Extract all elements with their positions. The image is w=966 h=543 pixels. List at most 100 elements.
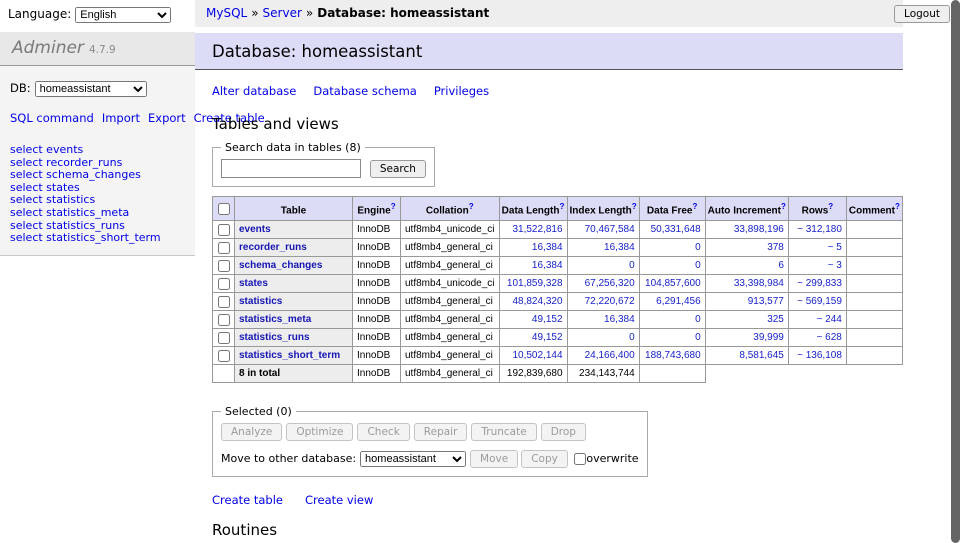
breadcrumb: MySQL»Server»Database: homeassistant bbox=[195, 0, 903, 27]
breadcrumb-mysql-link[interactable]: MySQL bbox=[206, 6, 247, 20]
row-checkbox[interactable] bbox=[218, 260, 230, 272]
selected-action-button[interactable]: Check bbox=[357, 423, 409, 441]
column-help-link[interactable]: ? bbox=[559, 202, 564, 211]
scrollbar-track[interactable] bbox=[950, 0, 966, 543]
data-free-link[interactable]: 0 bbox=[695, 242, 701, 253]
data-free-link[interactable]: 0 bbox=[695, 332, 701, 343]
table-name-link[interactable]: statistics_meta bbox=[239, 314, 311, 325]
table-name-link[interactable]: statistics bbox=[239, 296, 282, 307]
rows-count-link[interactable]: ~ 628 bbox=[817, 332, 842, 343]
table-name-link[interactable]: statistics_short_term bbox=[239, 350, 340, 361]
index-length-link[interactable]: 24,166,400 bbox=[585, 350, 635, 361]
row-checkbox[interactable] bbox=[218, 278, 230, 290]
auto-increment-link[interactable]: 8,581,645 bbox=[739, 350, 784, 361]
selected-action-button[interactable]: Analyze bbox=[221, 423, 282, 441]
auto-increment-link[interactable]: 33,898,196 bbox=[734, 224, 784, 235]
rows-count-link[interactable]: ~ 569,159 bbox=[797, 296, 842, 307]
rows-count-link[interactable]: ~ 299,833 bbox=[797, 278, 842, 289]
data-length-link[interactable]: 10,502,144 bbox=[512, 350, 562, 361]
table-name-link[interactable]: events bbox=[239, 224, 271, 235]
select-all-checkbox[interactable] bbox=[218, 203, 230, 215]
overwrite-checkbox[interactable] bbox=[574, 453, 586, 465]
auto-increment-link[interactable]: 378 bbox=[767, 242, 784, 253]
rows-count-link[interactable]: ~ 136,108 bbox=[797, 350, 842, 361]
table-name-link[interactable]: schema_changes bbox=[239, 260, 322, 271]
comment-cell bbox=[846, 275, 902, 293]
selected-action-button[interactable]: Drop bbox=[541, 423, 586, 441]
index-length-link[interactable]: 16,384 bbox=[604, 242, 635, 253]
move-db-select[interactable]: homeassistant bbox=[360, 451, 466, 467]
data-free-link[interactable]: 188,743,680 bbox=[645, 350, 701, 361]
data-length-link[interactable]: 16,384 bbox=[532, 260, 563, 271]
selected-action-button[interactable]: Optimize bbox=[286, 423, 353, 441]
row-checkbox[interactable] bbox=[218, 242, 230, 254]
table-name-link[interactable]: recorder_runs bbox=[239, 242, 307, 253]
sidebar-table-link[interactable]: select statistics_meta bbox=[10, 207, 185, 220]
create-link[interactable]: Create table bbox=[212, 493, 283, 507]
row-checkbox[interactable] bbox=[218, 314, 230, 326]
breadcrumb-server-link[interactable]: Server bbox=[263, 6, 302, 20]
row-checkbox[interactable] bbox=[218, 296, 230, 308]
tables-list-body: events InnoDB utf8mb4_unicode_ci 31,522,… bbox=[213, 221, 903, 365]
data-length-link[interactable]: 49,152 bbox=[532, 314, 563, 325]
data-length-link[interactable]: 16,384 bbox=[532, 242, 563, 253]
sidebar-action-link[interactable]: Import bbox=[102, 111, 140, 125]
sidebar-table-link[interactable]: select statistics_short_term bbox=[10, 232, 185, 245]
data-free-link[interactable]: 0 bbox=[695, 314, 701, 325]
row-checkbox[interactable] bbox=[218, 332, 230, 344]
overwrite-label[interactable]: overwrite bbox=[586, 452, 638, 465]
table-name-link[interactable]: statistics_runs bbox=[239, 332, 310, 343]
index-length-link[interactable]: 72,220,672 bbox=[585, 296, 635, 307]
data-length-link[interactable]: 48,824,320 bbox=[512, 296, 562, 307]
rows-count-link[interactable]: ~ 5 bbox=[828, 242, 842, 253]
data-free-link[interactable]: 104,857,600 bbox=[645, 278, 701, 289]
column-help-link[interactable]: ? bbox=[469, 202, 474, 211]
column-help-link[interactable]: ? bbox=[895, 202, 900, 211]
scrollbar-thumb[interactable] bbox=[951, 0, 960, 543]
index-length-link[interactable]: 67,256,320 bbox=[585, 278, 635, 289]
database-action-link[interactable]: Alter database bbox=[212, 84, 296, 98]
index-length-link[interactable]: 0 bbox=[629, 260, 635, 271]
data-length-link[interactable]: 101,859,328 bbox=[507, 278, 563, 289]
selected-action-button[interactable]: Truncate bbox=[471, 423, 536, 441]
data-free-link[interactable]: 6,291,456 bbox=[656, 296, 701, 307]
row-checkbox[interactable] bbox=[218, 350, 230, 362]
auto-increment-link[interactable]: 39,999 bbox=[753, 332, 784, 343]
column-help-link[interactable]: ? bbox=[828, 202, 833, 211]
index-length-link[interactable]: 16,384 bbox=[604, 314, 635, 325]
data-length-link[interactable]: 31,522,816 bbox=[512, 224, 562, 235]
auto-increment-link[interactable]: 33,398,984 bbox=[734, 278, 784, 289]
rows-count-link[interactable]: ~ 3 bbox=[828, 260, 842, 271]
index-length-link[interactable]: 0 bbox=[629, 332, 635, 343]
db-select[interactable]: homeassistant bbox=[35, 81, 147, 97]
database-action-link[interactable]: Database schema bbox=[313, 84, 416, 98]
data-free-link[interactable]: 50,331,648 bbox=[651, 224, 701, 235]
column-help-link[interactable]: ? bbox=[391, 202, 396, 211]
rows-count-link[interactable]: ~ 244 bbox=[817, 314, 842, 325]
index-length-link[interactable]: 70,467,584 bbox=[585, 224, 635, 235]
row-checkbox[interactable] bbox=[218, 224, 230, 236]
column-help-link[interactable]: ? bbox=[632, 202, 637, 211]
column-help-link[interactable]: ? bbox=[692, 202, 697, 211]
data-free-link[interactable]: 0 bbox=[695, 260, 701, 271]
column-help-link[interactable]: ? bbox=[781, 202, 786, 211]
create-link[interactable]: Create view bbox=[305, 493, 373, 507]
logout-button[interactable]: Logout bbox=[894, 5, 950, 23]
auto-increment-link[interactable]: 325 bbox=[767, 314, 784, 325]
sidebar-table-link[interactable]: select events bbox=[10, 144, 185, 157]
language-select[interactable]: English bbox=[75, 7, 171, 23]
table-name-link[interactable]: states bbox=[239, 278, 268, 289]
move-button[interactable]: Move bbox=[470, 450, 518, 468]
auto-increment-link[interactable]: 913,577 bbox=[748, 296, 784, 307]
sidebar-action-link[interactable]: Export bbox=[148, 111, 186, 125]
copy-button[interactable]: Copy bbox=[521, 450, 568, 468]
search-input[interactable] bbox=[221, 159, 361, 178]
data-length-link[interactable]: 49,152 bbox=[532, 332, 563, 343]
sidebar-action-link[interactable]: SQL command bbox=[10, 111, 94, 125]
rows-count-link[interactable]: ~ 312,180 bbox=[797, 224, 842, 235]
selected-action-button[interactable]: Repair bbox=[414, 423, 468, 441]
sidebar-table-link[interactable]: select schema_changes bbox=[10, 169, 185, 182]
search-button[interactable]: Search bbox=[370, 160, 426, 178]
database-action-link[interactable]: Privileges bbox=[434, 84, 489, 98]
auto-increment-link[interactable]: 6 bbox=[778, 260, 784, 271]
